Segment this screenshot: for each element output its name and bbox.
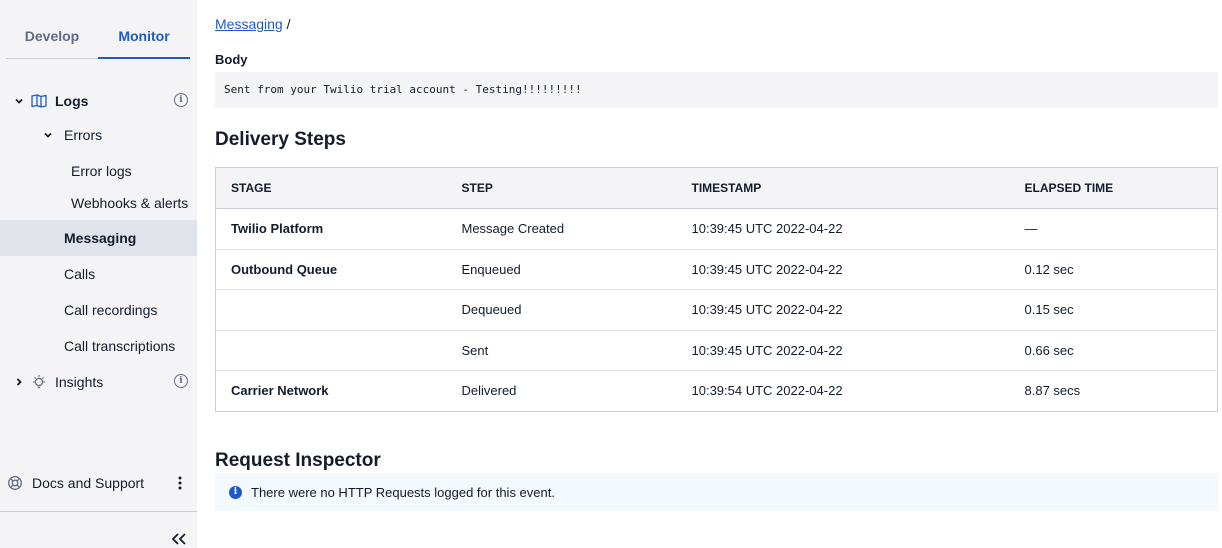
cell-stage [215,330,447,371]
info-icon[interactable]: i [174,93,188,107]
table-row: Sent 10:39:45 UTC 2022-04-22 0.66 sec [215,330,1218,371]
cell-elapsed: 0.15 sec [1009,289,1218,331]
cell-elapsed: 0.12 sec [1009,249,1218,290]
cell-timestamp: 10:39:45 UTC 2022-04-22 [676,208,1010,250]
sidebar-divider [0,511,197,512]
book-icon [31,94,47,111]
sidebar-item-call-transcriptions[interactable]: Call transcriptions [0,328,197,364]
sidebar-tabs: Develop Monitor [6,18,190,59]
chevron-down-icon [13,95,25,107]
sidebar-item-label: Call recordings [64,302,158,318]
sidebar-item-logs[interactable]: Logs i [0,83,197,119]
cell-timestamp: 10:39:45 UTC 2022-04-22 [676,289,1010,331]
info-icon[interactable]: i [174,374,188,388]
lifebuoy-icon [7,475,23,494]
sidebar-item-label: Call transcriptions [64,338,176,354]
body-label: Body [215,52,248,67]
cell-stage: Outbound Queue [215,249,447,290]
cell-elapsed: 8.87 secs [1024,383,1081,399]
cell-step: Delivered [461,383,517,399]
sidebar-item-label: Logs [55,93,89,109]
delivery-steps-table: STAGE STEP TIMESTAMP ELAPSED TIME Twilio… [215,167,1218,412]
sidebar-item-calls[interactable]: Calls [0,256,197,292]
sidebar-item-webhooks-alerts[interactable]: Webhooks & alerts [0,185,197,221]
cell-timestamp: 10:39:54 UTC 2022-04-22 [691,383,843,399]
sidebar: Develop Monitor Logs i Errors Error logs… [0,0,197,548]
sidebar-item-errors[interactable]: Errors [0,117,197,153]
breadcrumb-link-messaging[interactable]: Messaging [215,16,283,32]
table-row: Carrier Network Delivered 10:39:54 UTC 2… [216,371,1218,412]
column-header-timestamp: TIMESTAMP [676,167,1010,209]
tab-develop[interactable]: Develop [6,18,98,58]
sidebar-item-label: Calls [64,266,96,282]
column-header-step: STEP [446,167,677,209]
cell-step: Dequeued [446,289,677,331]
cell-step: Enqueued [446,249,677,290]
column-header-stage: STAGE [215,167,447,209]
sidebar-item-label: Webhooks & alerts [71,195,189,211]
sidebar-item-docs-support[interactable]: Docs and Support [0,465,197,501]
breadcrumb: Messaging / [215,16,290,32]
table-row: Twilio Platform Message Created 10:39:45… [215,208,1218,250]
delivery-steps-heading: Delivery Steps [215,129,346,150]
sidebar-item-call-recordings[interactable]: Call recordings [0,292,197,328]
sidebar-item-error-logs[interactable]: Error logs [0,153,197,189]
sidebar-item-label: Error logs [71,163,132,179]
cell-elapsed: 0.66 sec [1009,330,1218,371]
sidebar-item-label: Messaging [64,230,137,246]
sidebar-item-label: Docs and Support [32,475,145,491]
chevron-down-icon [42,129,54,141]
collapse-sidebar-icon[interactable] [170,532,188,546]
sidebar-item-insights[interactable]: Insights i [0,364,197,400]
cell-step: Message Created [446,208,677,250]
table-header-row: STAGE STEP TIMESTAMP ELAPSED TIME [215,167,1218,209]
sidebar-item-label: Errors [64,127,103,143]
cell-step: Sent [446,330,677,371]
table-row: Dequeued 10:39:45 UTC 2022-04-22 0.15 se… [215,289,1218,331]
lightbulb-icon [31,374,47,393]
cell-timestamp: 10:39:45 UTC 2022-04-22 [676,249,1010,290]
more-vertical-icon[interactable] [176,475,184,494]
cell-timestamp: 10:39:45 UTC 2022-04-22 [676,330,1010,371]
message-body: Sent from your Twilio trial account - Te… [215,72,1218,108]
request-inspector-heading: Request Inspector [215,450,381,471]
cell-elapsed: — [1009,208,1218,250]
notice-text: There were no HTTP Requests logged for t… [251,484,555,500]
info-icon: i [229,485,242,499]
sidebar-item-label: Insights [55,374,104,390]
cell-stage: Twilio Platform [215,208,447,250]
table-row: Outbound Queue Enqueued 10:39:45 UTC 202… [215,249,1218,290]
breadcrumb-separator: / [286,16,291,32]
sidebar-item-messaging[interactable]: Messaging [0,220,197,256]
main-content: Messaging / Body Sent from your Twilio t… [215,0,1218,548]
cell-stage: Carrier Network [231,383,329,399]
column-header-elapsed-time: ELAPSED TIME [1009,167,1218,209]
chevron-right-icon [13,376,25,388]
request-inspector-notice: i There were no HTTP Requests logged for… [215,473,1218,511]
cell-stage [215,289,447,331]
tab-monitor[interactable]: Monitor [98,18,190,59]
